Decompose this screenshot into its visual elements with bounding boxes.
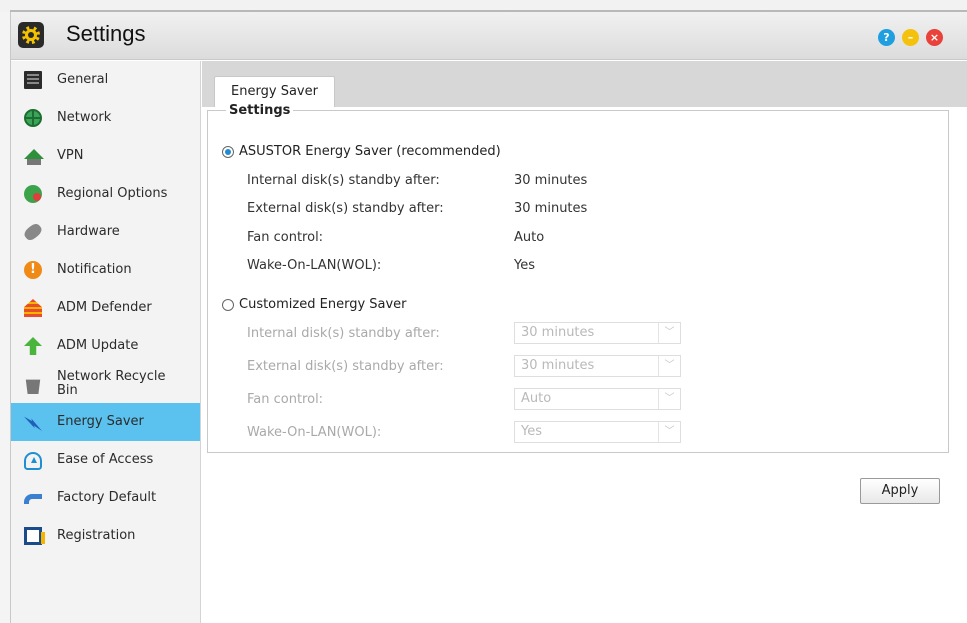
radio-label: Customized Energy Saver [239,297,407,312]
custom-internal-standby-select[interactable]: 30 minutes ﹀ [514,322,681,344]
select-value: Yes [521,424,542,439]
asustor-energy-saver-radio[interactable]: ASUSTOR Energy Saver (recommended) [222,144,501,159]
window-title: Settings [66,21,146,46]
customized-energy-saver-radio[interactable]: Customized Energy Saver [222,297,407,312]
chevron-down-icon: ﹀ [658,356,680,376]
asustor-wol-label: Wake-On-LAN(WOL): [247,258,382,273]
title-bar: Settings ? – × [11,12,967,60]
background-strip [0,0,967,13]
chevron-down-icon: ﹀ [658,389,680,409]
asustor-external-standby-value: 30 minutes [514,201,588,216]
select-value: 30 minutes [521,358,595,373]
radio-label: ASUSTOR Energy Saver (recommended) [239,144,501,159]
asustor-internal-standby-label: Internal disk(s) standby after: [247,173,440,188]
radio-unselected-icon [222,298,234,311]
select-value: Auto [521,391,552,406]
minimize-button[interactable]: – [902,29,919,46]
radio-selected-icon [222,145,234,158]
asustor-wol-value: Yes [514,258,535,273]
asustor-external-standby-label: External disk(s) standby after: [247,201,444,216]
settings-gear-icon [18,22,44,48]
custom-wol-label: Wake-On-LAN(WOL): [247,425,382,440]
select-value: 30 minutes [521,325,595,340]
apply-button[interactable]: Apply [860,478,940,504]
settings-legend: Settings [226,103,294,118]
chevron-down-icon: ﹀ [658,323,680,343]
custom-wol-select[interactable]: Yes ﹀ [514,421,681,443]
custom-internal-standby-label: Internal disk(s) standby after: [247,326,440,341]
custom-fan-control-select[interactable]: Auto ﹀ [514,388,681,410]
custom-fan-control-label: Fan control: [247,392,324,407]
asustor-fan-control-label: Fan control: [247,230,324,245]
help-button[interactable]: ? [878,29,895,46]
asustor-fan-control-value: Auto [514,230,545,245]
custom-external-standby-label: External disk(s) standby after: [247,359,444,374]
close-button[interactable]: × [926,29,943,46]
custom-external-standby-select[interactable]: 30 minutes ﹀ [514,355,681,377]
asustor-internal-standby-value: 30 minutes [514,173,588,188]
chevron-down-icon: ﹀ [658,422,680,442]
